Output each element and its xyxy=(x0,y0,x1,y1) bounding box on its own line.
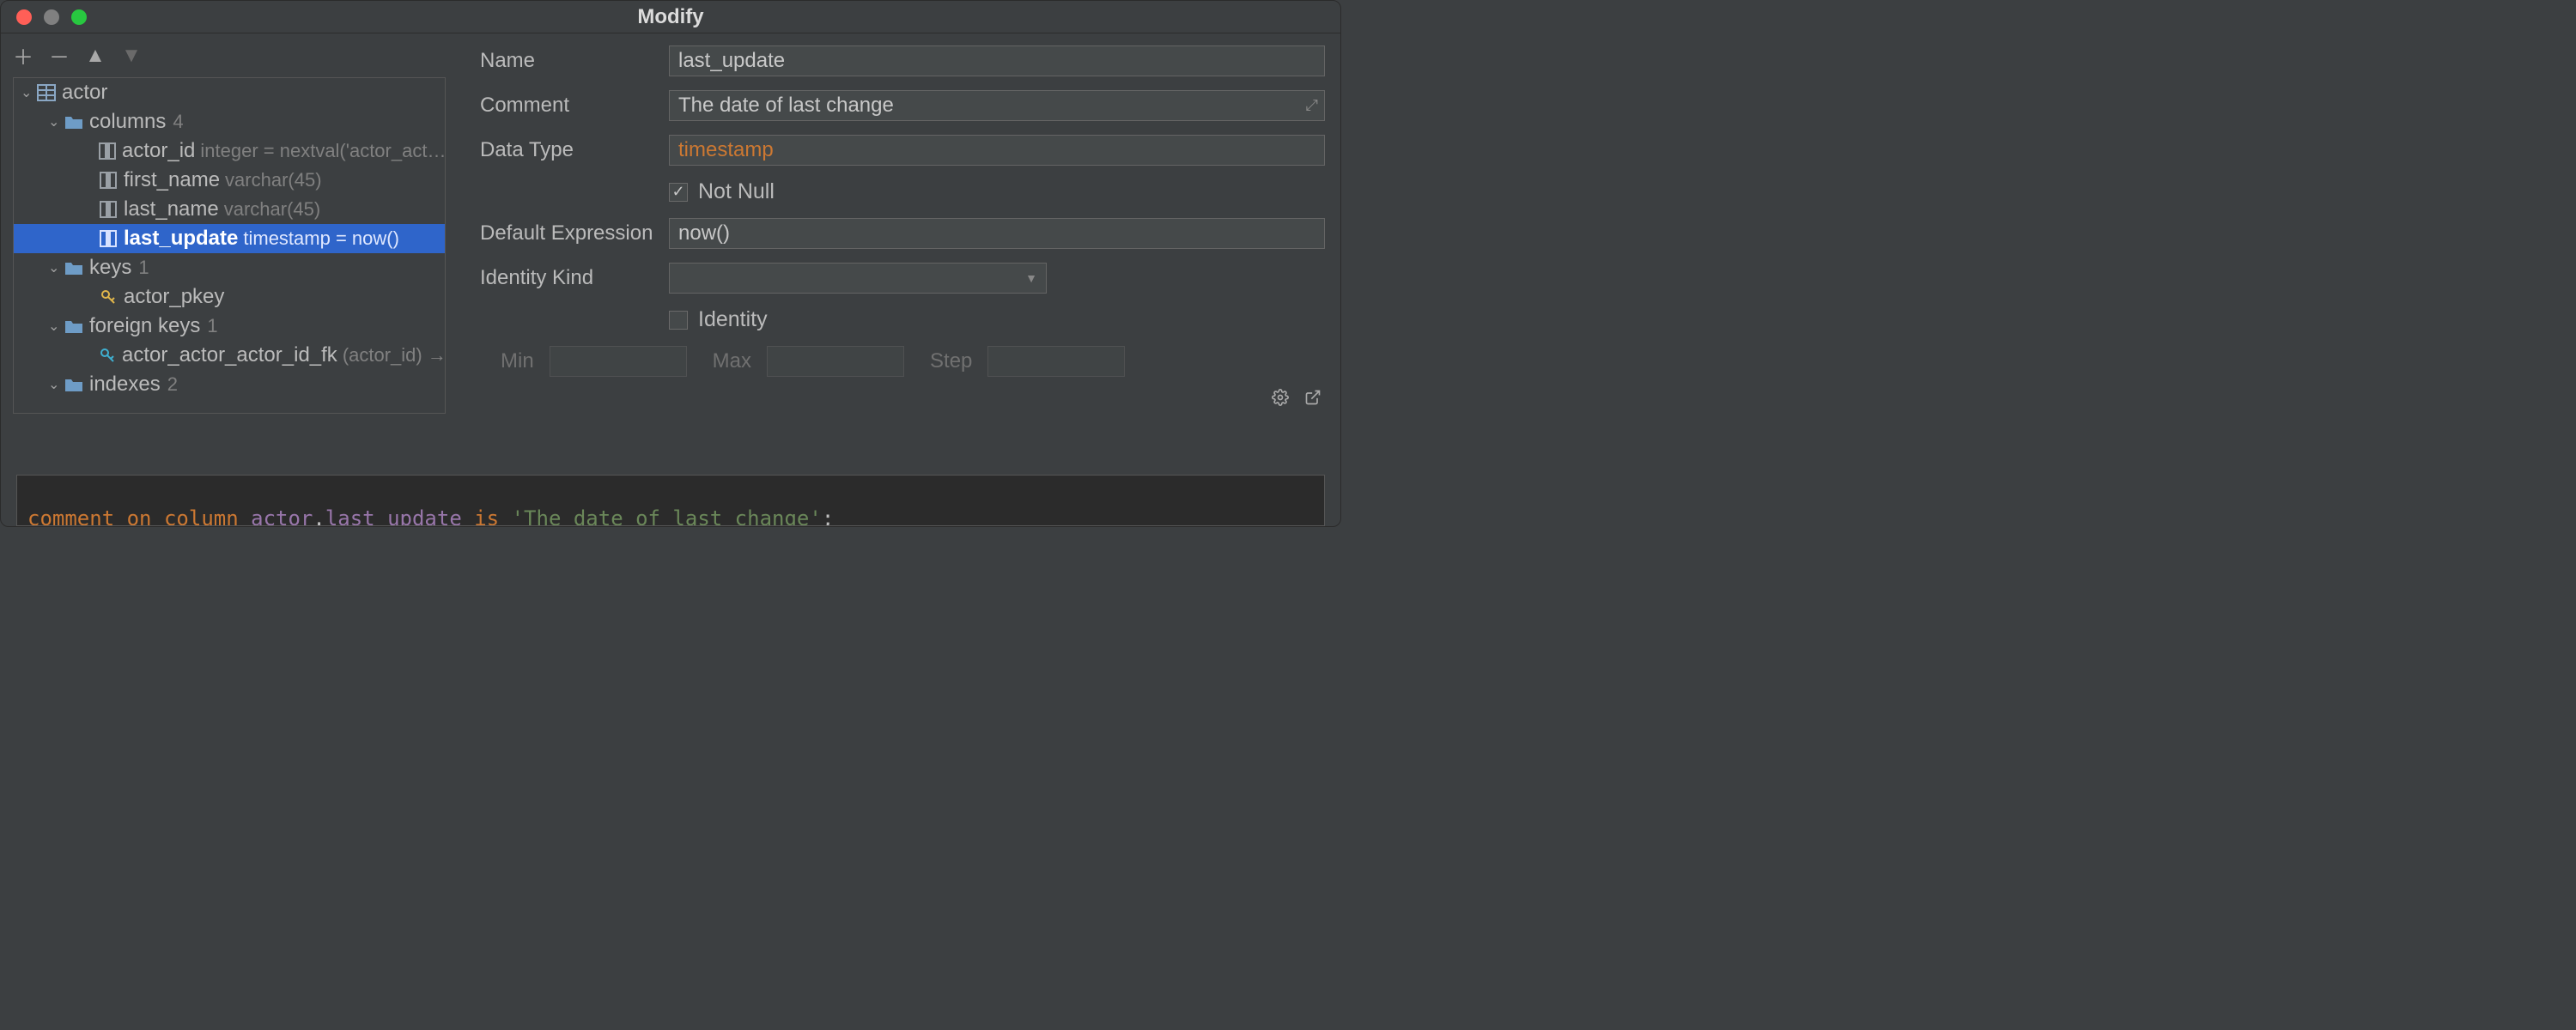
sql-ident: last_update xyxy=(325,506,462,526)
open-console-icon[interactable] xyxy=(1304,387,1321,412)
tree-type: varchar(45) xyxy=(224,198,320,221)
column-icon xyxy=(100,172,117,189)
add-button[interactable]: ＋ xyxy=(13,40,33,70)
name-input[interactable] xyxy=(669,45,1325,76)
sql-dot: . xyxy=(313,506,325,526)
window-title: Modify xyxy=(1,5,1340,29)
column-icon xyxy=(100,142,115,160)
sql-keyword: is xyxy=(474,506,499,526)
defexpr-input[interactable] xyxy=(669,218,1325,249)
chevron-down-icon: ▼ xyxy=(1025,271,1037,285)
tree-count: 2 xyxy=(167,373,178,396)
titlebar: Modify xyxy=(1,1,1340,33)
tree-node-column[interactable]: first_name varchar(45) xyxy=(14,166,445,195)
expand-icon: ⌄ xyxy=(48,376,60,393)
tree-label: last_name xyxy=(124,197,219,221)
sql-keyword: on xyxy=(127,506,152,526)
defexpr-label: Default Expression xyxy=(480,221,669,245)
object-tree[interactable]: ⌄ actor ⌄ columns 4 xyxy=(13,77,446,414)
column-icon xyxy=(100,230,117,247)
step-label: Step xyxy=(930,349,972,373)
column-icon xyxy=(100,201,117,218)
minimize-window-button[interactable] xyxy=(44,9,59,25)
expand-icon: ⌄ xyxy=(48,113,60,130)
close-window-button[interactable] xyxy=(16,9,32,25)
tree-node-fkeys[interactable]: ⌄ foreign keys 1 xyxy=(14,312,445,341)
sql-keyword: comment xyxy=(27,506,114,526)
tree-label: last_update xyxy=(124,227,238,251)
expand-icon: ⌄ xyxy=(48,259,60,276)
tree-node-columns[interactable]: ⌄ columns 4 xyxy=(14,107,445,136)
expand-icon: ⌄ xyxy=(48,318,60,335)
tree-node-column-selected[interactable]: last_update timestamp = now() xyxy=(14,224,445,253)
key-icon xyxy=(100,288,117,306)
tree-type: varchar(45) xyxy=(225,169,321,191)
comment-input[interactable] xyxy=(669,90,1325,121)
tree-type: timestamp = now() xyxy=(243,227,399,250)
tree-count: 1 xyxy=(207,315,217,337)
sql-keyword: column xyxy=(164,506,239,526)
right-pane: Name Comment ⤢ Data Type Not Null xyxy=(454,33,1340,526)
tree-label: keys xyxy=(89,256,131,280)
dialog-content: ＋ － ▲ ▼ ⌄ actor ⌄ colu xyxy=(1,33,1340,526)
left-pane: ＋ － ▲ ▼ ⌄ actor ⌄ colu xyxy=(1,33,454,526)
tree-label: indexes xyxy=(89,373,161,397)
zoom-window-button[interactable] xyxy=(71,9,87,25)
datatype-input[interactable] xyxy=(669,135,1325,166)
max-label: Max xyxy=(713,349,751,373)
min-input[interactable] xyxy=(550,346,687,377)
tree-toolbar: ＋ － ▲ ▼ xyxy=(1,33,454,77)
idkind-select[interactable]: ▼ xyxy=(669,263,1047,294)
notnull-label: Not Null xyxy=(698,179,775,204)
tree-label: first_name xyxy=(124,168,220,192)
folder-icon xyxy=(65,318,82,335)
datatype-label: Data Type xyxy=(480,138,669,162)
move-up-button[interactable]: ▲ xyxy=(85,44,106,68)
notnull-checkbox[interactable] xyxy=(669,183,688,202)
sql-semi: ; xyxy=(822,506,834,526)
tree-label: actor_actor_actor_id_fk xyxy=(122,343,337,367)
move-down-button[interactable]: ▼ xyxy=(121,44,142,68)
modify-dialog: Modify ＋ － ▲ ▼ ⌄ actor ⌄ xyxy=(0,0,1341,527)
folder-icon xyxy=(65,259,82,276)
tree-node-indexes[interactable]: ⌄ indexes 2 xyxy=(14,370,445,399)
sql-string: 'The date of last change' xyxy=(512,506,822,526)
sql-ident: actor xyxy=(251,506,313,526)
tree-node-table[interactable]: ⌄ actor xyxy=(14,78,445,107)
tree-detail: (actor_id) → act xyxy=(343,344,445,367)
tree-label: actor_id xyxy=(122,139,195,163)
tree-node-key[interactable]: actor_pkey xyxy=(14,282,445,312)
tree-node-fkey[interactable]: actor_actor_actor_id_fk (actor_id) → act xyxy=(14,341,445,370)
folder-icon xyxy=(65,376,82,393)
step-input[interactable] xyxy=(987,346,1125,377)
preview-sql[interactable]: comment on column actor.last_update is '… xyxy=(16,475,1325,526)
tree-count: 1 xyxy=(138,257,149,279)
tree-label: columns xyxy=(89,110,166,134)
expand-icon: ⌄ xyxy=(21,84,33,101)
tree-node-keys[interactable]: ⌄ keys 1 xyxy=(14,253,445,282)
foreign-key-icon xyxy=(100,347,115,364)
max-input[interactable] xyxy=(767,346,904,377)
table-icon xyxy=(38,84,55,101)
name-label: Name xyxy=(480,49,669,73)
comment-label: Comment xyxy=(480,94,669,118)
tree-node-column[interactable]: last_name varchar(45) xyxy=(14,195,445,224)
traffic-lights xyxy=(1,9,87,25)
gear-icon[interactable] xyxy=(1272,387,1289,412)
folder-icon xyxy=(65,113,82,130)
identity-label: Identity xyxy=(698,307,768,332)
remove-button[interactable]: － xyxy=(49,40,70,70)
idkind-label: Identity Kind xyxy=(480,266,669,290)
tree-count: 4 xyxy=(173,111,183,133)
identity-checkbox[interactable] xyxy=(669,311,688,330)
tree-label: foreign keys xyxy=(89,314,200,338)
tree-label: actor_pkey xyxy=(124,285,224,309)
min-label: Min xyxy=(501,349,534,373)
tree-node-column[interactable]: actor_id integer = nextval('actor_act…) xyxy=(14,136,445,166)
tree-label: actor xyxy=(62,81,107,105)
tree-type: integer = nextval('actor_act…) xyxy=(200,140,445,162)
